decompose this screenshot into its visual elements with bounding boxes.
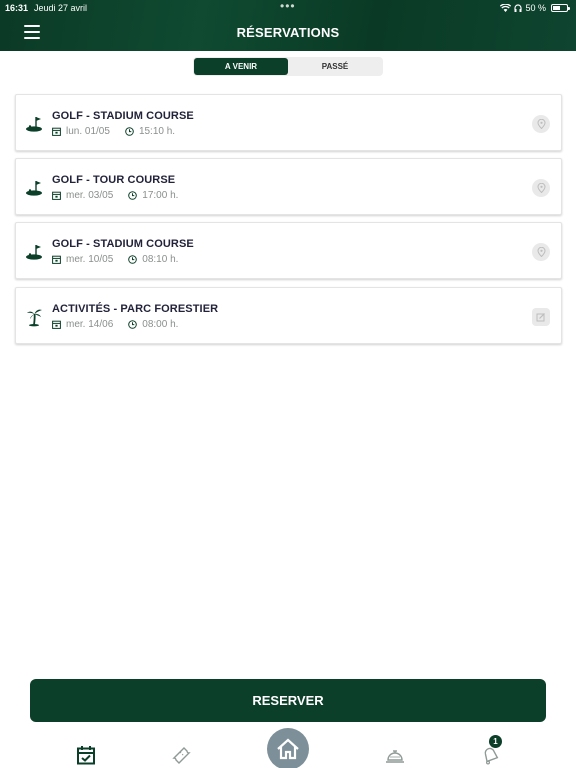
reservation-meta: mer. 10/05 08:10 h. (52, 254, 178, 265)
headphones-icon (514, 4, 523, 12)
reservation-time: 15:10 h. (138, 126, 176, 137)
clock-icon (128, 255, 138, 264)
calendar-icon (52, 320, 61, 329)
calendar-check-icon[interactable] (75, 744, 97, 766)
golf-icon (26, 245, 42, 260)
calendar-icon (52, 191, 61, 200)
calendar-icon (52, 127, 61, 136)
reservation-time: 17:00 h. (142, 190, 179, 201)
location-pin-icon[interactable] (532, 115, 550, 133)
palm-tree-icon (27, 309, 42, 327)
reservation-date: mer. 14/06 (66, 319, 114, 330)
reservation-date: mer. 03/05 (66, 190, 114, 201)
reservation-date: lun. 01/05 (66, 126, 110, 137)
golf-icon (26, 117, 42, 132)
home-button[interactable] (267, 728, 309, 768)
reservation-card[interactable]: ACTIVITÉS - PARC FORESTIER mer. 14/06 08… (15, 287, 562, 344)
multitasking-dots[interactable]: ••• (280, 0, 296, 13)
tab-upcoming[interactable]: A VENIR (194, 58, 288, 75)
notification-badge: 1 (489, 735, 502, 748)
tab-past[interactable]: PASSÉ (288, 58, 382, 75)
reservations-filter: A VENIR PASSÉ (193, 57, 383, 76)
location-pin-icon[interactable] (532, 179, 550, 197)
status-time: 16:31 (5, 3, 29, 13)
status-date: Jeudi 27 avril (34, 3, 88, 13)
reservation-card[interactable]: GOLF - TOUR COURSE mer. 03/05 17:00 h. (15, 158, 562, 215)
reserve-button[interactable]: RESERVER (30, 679, 546, 722)
reservation-card[interactable]: GOLF - STADIUM COURSE lun. 01/05 15:10 h… (15, 94, 562, 151)
reservation-meta: mer. 03/05 17:00 h. (52, 190, 178, 201)
status-right: 50 % (500, 3, 570, 13)
status-bar: 16:31 Jeudi 27 avril ••• 50 % (0, 0, 576, 15)
ticket-icon[interactable] (170, 744, 192, 766)
wifi-icon (500, 4, 512, 12)
clock-icon (128, 320, 138, 329)
reservation-date: mer. 10/05 (66, 254, 114, 265)
battery-percent: 50 % (525, 3, 546, 13)
location-pin-icon[interactable] (532, 243, 550, 261)
edit-icon[interactable] (532, 308, 550, 326)
reservation-title: GOLF - STADIUM COURSE (52, 110, 194, 122)
reservation-time: 08:10 h. (142, 254, 179, 265)
home-icon (277, 738, 299, 760)
reservation-title: GOLF - STADIUM COURSE (52, 238, 194, 250)
page-title: RÉSERVATIONS (236, 25, 340, 40)
service-bell-icon[interactable] (384, 744, 406, 766)
reservation-title: GOLF - TOUR COURSE (52, 174, 176, 186)
clock-icon (125, 127, 134, 136)
battery-icon (551, 4, 570, 12)
reservation-time: 08:00 h. (142, 319, 179, 330)
clock-icon (128, 191, 138, 200)
reservation-card[interactable]: GOLF - STADIUM COURSE mer. 10/05 08:10 h… (15, 222, 562, 279)
golf-icon (26, 181, 42, 196)
calendar-icon (52, 255, 61, 264)
reservation-title: ACTIVITÉS - PARC FORESTIER (52, 303, 219, 315)
reservation-meta: mer. 14/06 08:00 h. (52, 319, 178, 330)
bottom-tab-bar: 1 (0, 728, 576, 768)
reservation-meta: lun. 01/05 15:10 h. (52, 126, 175, 137)
app-header: 16:31 Jeudi 27 avril ••• 50 % RÉSERVATIO… (0, 0, 576, 51)
